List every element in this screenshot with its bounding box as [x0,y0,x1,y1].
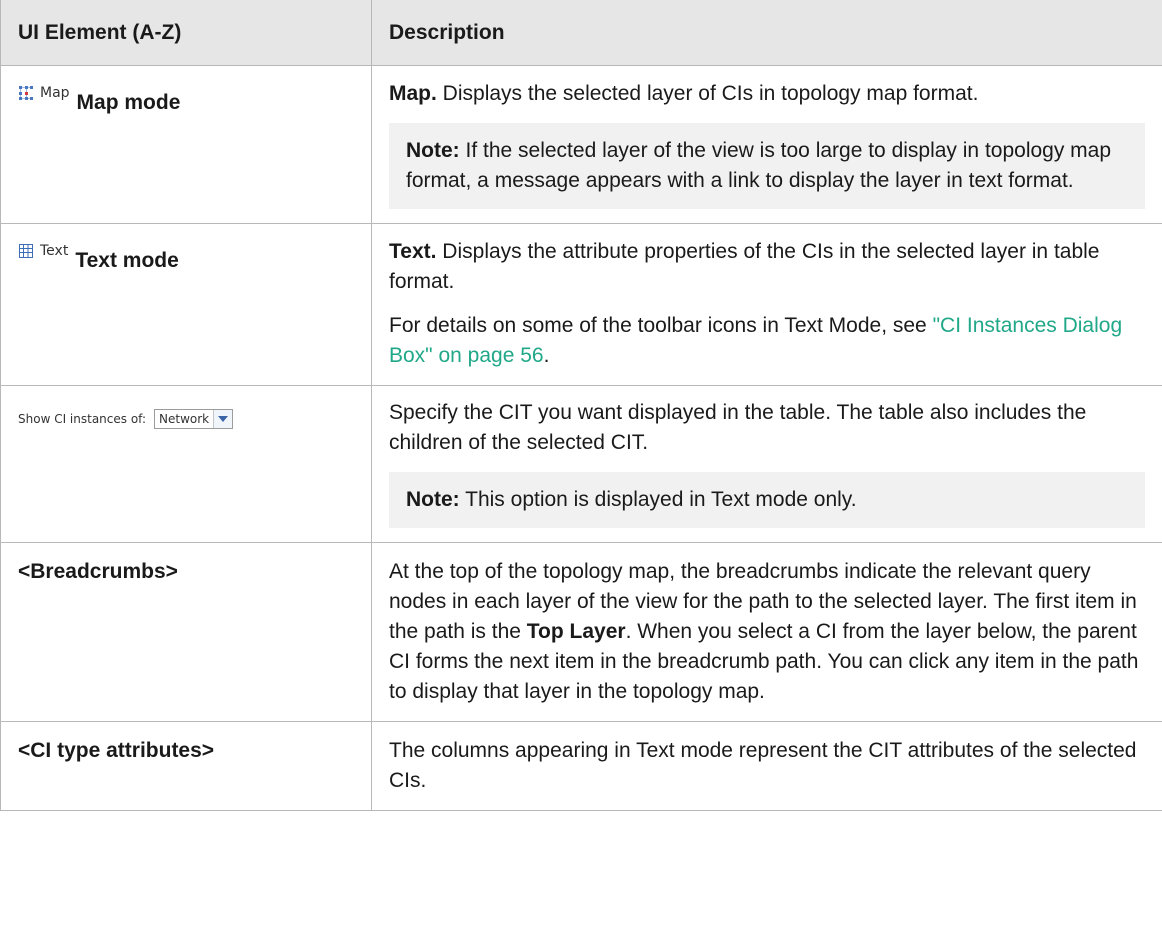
ui-element-cell: Map Map mode [0,65,372,224]
table-header-row: UI Element (A-Z) Description [0,0,1162,66]
table-row-show-ci-instances: Show CI instances of: Network Specify th… [0,385,1162,543]
text-mode-details-post: . [543,344,550,367]
note-label: Note: [406,139,460,162]
show-ci-note: Note: This option is displayed in Text m… [389,472,1145,528]
chevron-down-icon[interactable] [213,410,233,428]
table-grid-icon [19,244,33,258]
text-mode-button-label: Text [40,243,69,259]
map-mode-note: Note: If the selected layer of the view … [389,123,1145,209]
description-cell: At the top of the topology map, the brea… [371,542,1162,722]
text-mode-desc-text: Displays the attribute properties of the… [389,240,1100,293]
show-ci-instances-control: Show CI instances of: Network [18,404,234,434]
ci-type-attributes-title: <CI type attributes> [18,739,215,762]
show-ci-note-text: This option is displayed in Text mode on… [459,488,857,511]
description-cell: Text. Displays the attribute properties … [371,223,1162,386]
text-mode-button[interactable]: Text [18,241,68,261]
map-mode-note-text: If the selected layer of the view is too… [406,139,1112,192]
table-row-breadcrumbs: <Breadcrumbs> At the top of the topology… [0,542,1162,722]
text-mode-title: Text mode [75,249,179,272]
show-ci-instances-label: Show CI instances of: [18,412,147,426]
text-mode-details: For details on some of the toolbar icons… [389,311,1145,371]
text-mode-description: Text. Displays the attribute properties … [389,237,1145,297]
table-row-map-mode: Map Map mode Map. Displays the selected … [0,65,1162,224]
ui-element-cell: <Breadcrumbs> [0,542,372,722]
ui-element-cell: Show CI instances of: Network [0,385,372,543]
text-mode-desc-lead: Text. [389,240,437,263]
map-mode-icon [19,86,33,100]
top-layer-term: Top Layer [526,620,626,643]
map-mode-description: Map. Displays the selected layer of CIs … [389,79,1145,109]
ui-element-cell: Text Text mode [0,223,372,386]
description-cell: Map. Displays the selected layer of CIs … [371,65,1162,224]
description-cell: Specify the CIT you want displayed in th… [371,385,1162,543]
table-row-ci-type-attributes: <CI type attributes> The columns appeari… [0,721,1162,811]
map-mode-title: Map mode [76,91,181,114]
ui-element-cell: <CI type attributes> [0,721,372,811]
description-cell: The columns appearing in Text mode repre… [371,721,1162,811]
map-mode-desc-lead: Map. [389,82,437,105]
map-mode-button-label: Map [40,85,70,101]
cit-select[interactable]: Network [154,409,234,429]
show-ci-description: Specify the CIT you want displayed in th… [389,401,1087,454]
breadcrumbs-title: <Breadcrumbs> [18,560,178,583]
map-mode-desc-text: Displays the selected layer of CIs in to… [436,82,979,105]
ui-elements-table: UI Element (A-Z) Description Map Map mod… [0,0,1162,811]
breadcrumbs-description: At the top of the topology map, the brea… [389,557,1145,707]
map-mode-button[interactable]: Map [18,83,70,103]
text-mode-details-pre: For details on some of the toolbar icons… [389,314,933,337]
cit-select-value: Network [159,412,210,426]
note-label: Note: [406,488,460,511]
ci-type-attributes-description: The columns appearing in Text mode repre… [389,739,1137,792]
header-description: Description [371,0,1162,66]
table-row-text-mode: Text Text mode Text. Displays the attrib… [0,223,1162,386]
header-ui-element: UI Element (A-Z) [0,0,372,66]
